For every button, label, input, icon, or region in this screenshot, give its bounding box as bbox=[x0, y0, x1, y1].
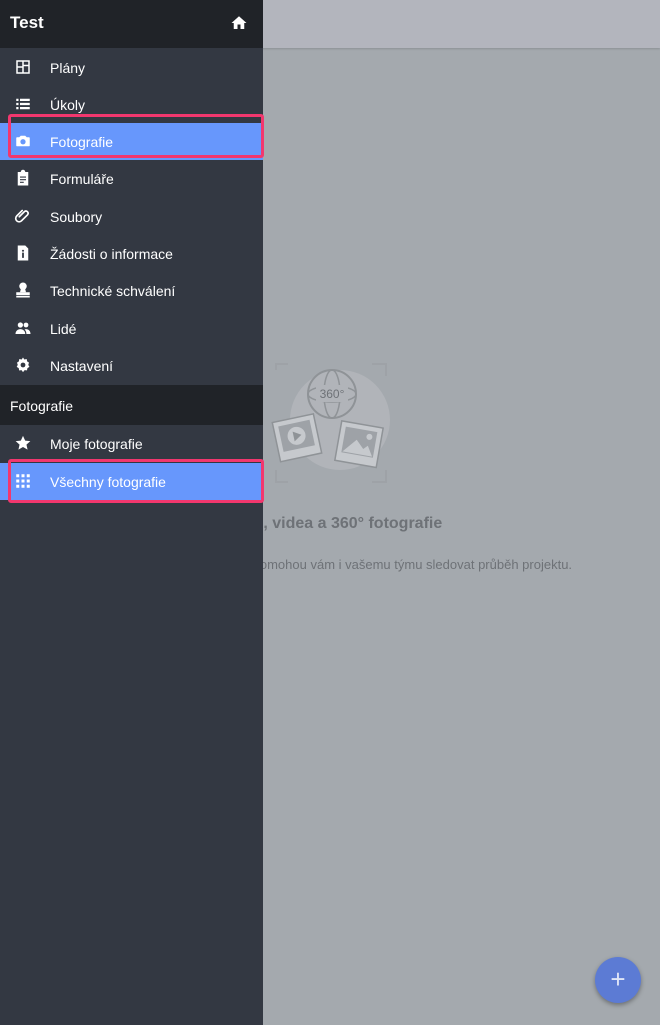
menu-item-technicke[interactable]: Technické schválení bbox=[0, 272, 263, 309]
home-icon[interactable] bbox=[230, 14, 248, 32]
photos-360-illustration-icon: 360° bbox=[271, 363, 390, 483]
menu-item-label: Formuláře bbox=[50, 171, 114, 187]
menu-item-formulare[interactable]: Formuláře bbox=[0, 160, 263, 197]
section-title: Fotografie bbox=[10, 398, 74, 414]
menu-item-zadosti[interactable]: Žádosti o informace bbox=[0, 235, 263, 272]
menu-item-label: Soubory bbox=[50, 209, 103, 225]
gear-icon bbox=[16, 357, 30, 373]
project-title: Test bbox=[10, 13, 44, 32]
empty-state-title: ografie, videa a 360° fotografie bbox=[210, 515, 443, 532]
navigation-drawer: Test Plány Úkoly Fotografie Formuláře So… bbox=[0, 0, 264, 1025]
people-icon bbox=[15, 322, 31, 334]
menu-item-label: Žádosti o informace bbox=[50, 246, 173, 262]
menu-item-lide[interactable]: Lidé bbox=[0, 310, 263, 347]
add-photo-fab-button[interactable]: + bbox=[595, 957, 641, 1003]
highlight-box bbox=[8, 459, 264, 503]
highlight-box bbox=[8, 114, 264, 158]
menu-item-label: Moje fotografie bbox=[50, 436, 143, 452]
menu-item-plany[interactable]: Plány bbox=[0, 49, 263, 86]
stamp-icon bbox=[16, 282, 30, 298]
info-document-icon bbox=[17, 245, 29, 261]
menu-item-label: Lidé bbox=[50, 321, 77, 337]
menu-item-soubory[interactable]: Soubory bbox=[0, 198, 263, 235]
menu-item-label: Technické schválení bbox=[50, 283, 176, 299]
star-icon bbox=[15, 435, 31, 450]
empty-state-description: dány a pomohou vám i vašemu týmu sledova… bbox=[210, 557, 573, 572]
drawer-header: Test bbox=[0, 0, 263, 48]
clipboard-icon bbox=[17, 169, 29, 186]
section-header-fotografie: Fotografie bbox=[0, 385, 263, 425]
menu-item-label: Plány bbox=[50, 60, 86, 76]
badge-360: 360° bbox=[320, 387, 345, 401]
menu-item-moje-fotografie[interactable]: Moje fotografie bbox=[0, 425, 263, 462]
menu-item-nastaveni[interactable]: Nastavení bbox=[0, 347, 263, 384]
menu-item-label: Úkoly bbox=[50, 97, 86, 113]
list-icon bbox=[16, 98, 30, 110]
menu-item-label: Nastavení bbox=[50, 358, 114, 374]
paperclip-icon bbox=[14, 209, 29, 223]
floorplan-icon bbox=[16, 60, 30, 74]
